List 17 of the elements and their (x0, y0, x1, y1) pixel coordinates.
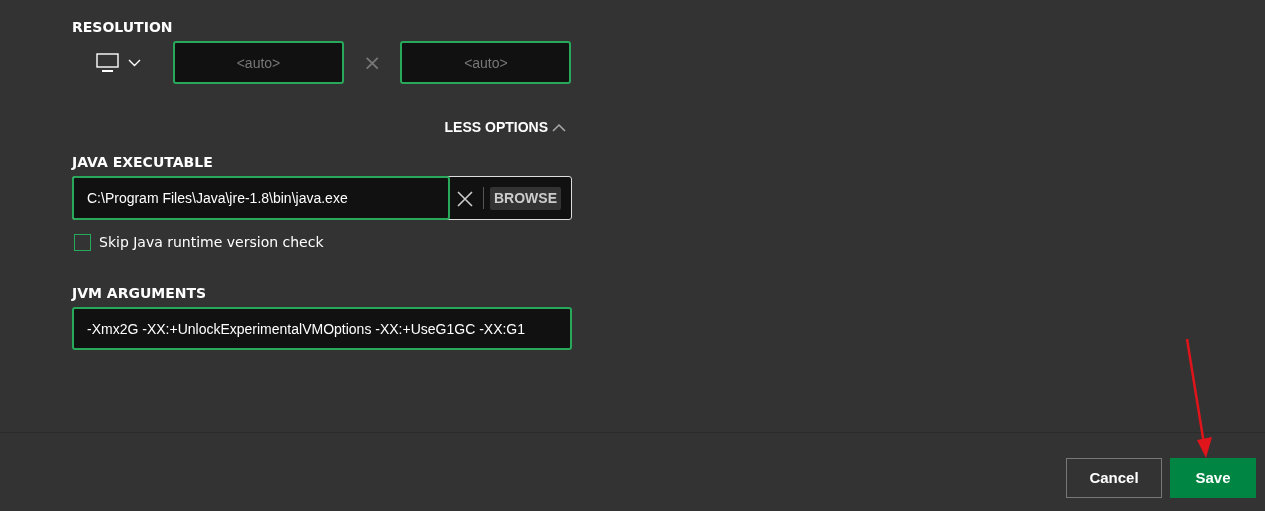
less-options-toggle[interactable]: LESS OPTIONS (444, 117, 566, 138)
section-label: RESOLUTION (72, 18, 174, 37)
monitor-icon (96, 52, 120, 73)
checkbox-label: Skip Java runtime version check (99, 233, 324, 252)
times-sign: × (363, 49, 382, 77)
browse-button[interactable]: BROWSE (490, 186, 561, 210)
path-field[interactable]: C:\Program Files\Java\jre-1.8\bin\java.exe (72, 176, 450, 220)
arguments-field[interactable]: -Xmx2G -XX:+UnlockExperimentalVMOptions -XX:+UseG1GC -XX:G1 (72, 307, 572, 350)
chevron-down-icon (128, 58, 141, 67)
section-label: JVM ARGUMENTS (72, 284, 208, 303)
width-field[interactable]: <auto> (173, 41, 344, 84)
checkbox[interactable] (74, 234, 91, 251)
cancel-button[interactable]: Cancel (1066, 458, 1162, 498)
display-dropdown[interactable] (96, 52, 141, 73)
save-button[interactable]: Save (1170, 458, 1256, 498)
section-label: JAVA EXECUTABLE (72, 153, 214, 172)
height-field[interactable]: <auto> (400, 41, 572, 84)
